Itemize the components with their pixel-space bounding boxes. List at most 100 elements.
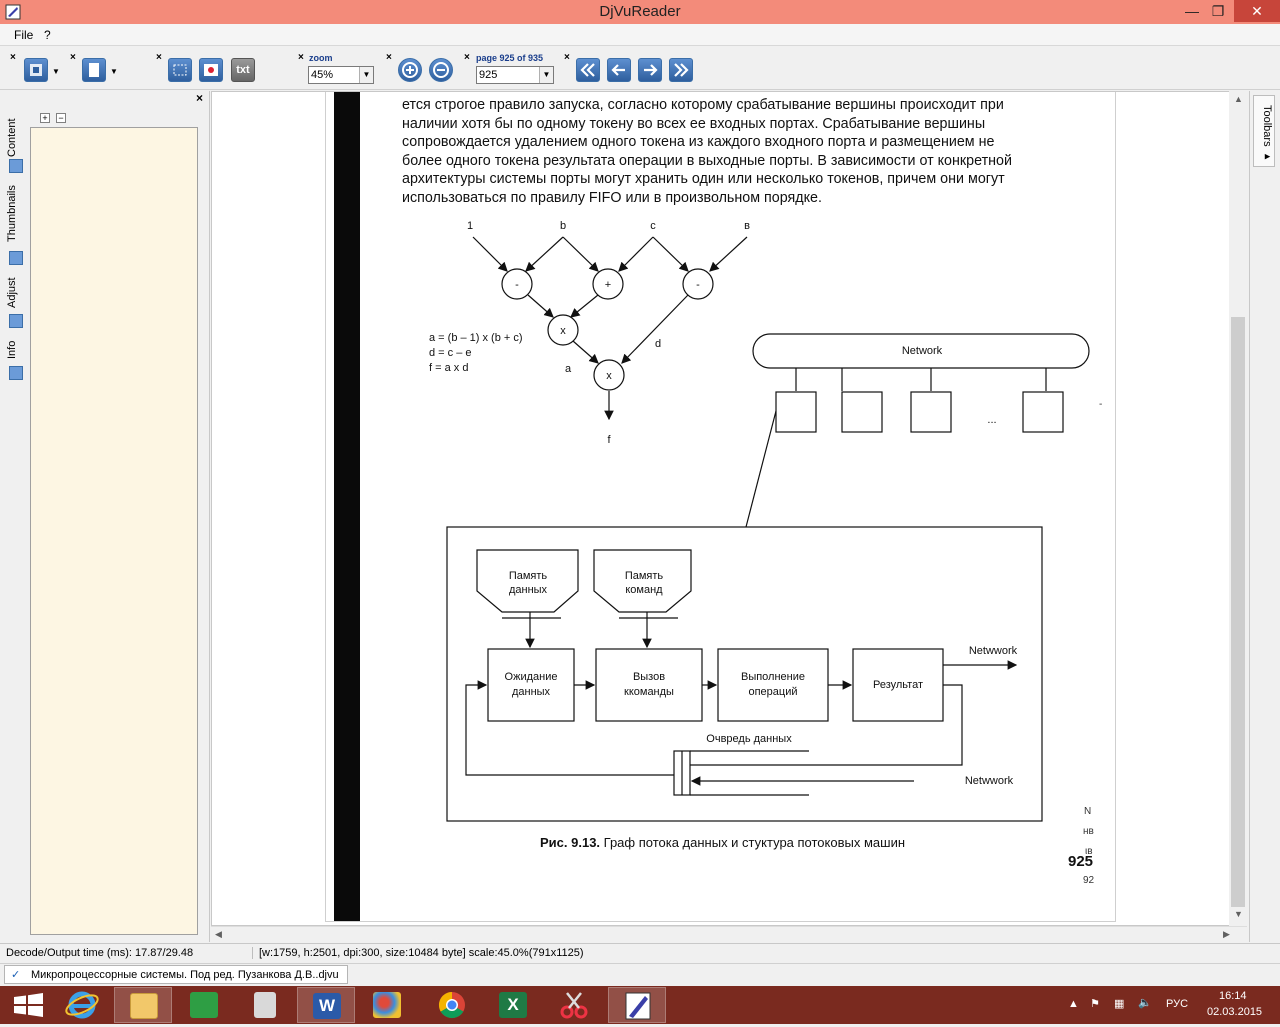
previous-page-button[interactable] [607, 58, 631, 82]
zoom-out-button[interactable] [429, 58, 453, 82]
contents-tree[interactable] [30, 127, 198, 935]
selection-icon [173, 64, 187, 76]
taskbar-ie[interactable] [53, 987, 111, 1023]
clock-time[interactable]: 16:14 [1219, 990, 1247, 1002]
scroll-down-icon[interactable]: ▼ [1234, 909, 1243, 919]
select-rect-button[interactable] [168, 58, 192, 82]
tab-info[interactable]: Info [6, 335, 26, 365]
chevron-down-icon[interactable]: ▼ [52, 67, 60, 76]
collapse-all-button[interactable]: − [56, 113, 66, 123]
zoom-select[interactable]: 45% ▼ [308, 66, 374, 84]
taskbar-chrome[interactable] [423, 987, 481, 1023]
next-page-button[interactable] [638, 58, 662, 82]
out-network-label: Netwwork [969, 645, 1018, 657]
thumbnails-icon[interactable] [9, 251, 23, 265]
graph-input-label: 1 [467, 220, 473, 232]
language-indicator[interactable]: РУС [1166, 998, 1188, 1010]
maximize-button[interactable]: ❐ [1204, 0, 1232, 22]
scroll-right-icon[interactable]: ▶ [1223, 929, 1230, 940]
tab-thumbnails[interactable]: Thumbnails [6, 179, 26, 249]
fetch-label: Вызов [633, 671, 665, 683]
chevron-down-icon[interactable]: ▼ [359, 67, 373, 83]
graph-node-label: - [515, 279, 519, 291]
toolbar-close-icon[interactable]: × [464, 52, 470, 63]
vertical-scrollbar[interactable]: ▲ ▼ [1229, 91, 1247, 926]
toolbar-close-icon[interactable]: × [564, 52, 570, 63]
graph-input-label: c [650, 220, 656, 232]
exec-label: операций [748, 686, 797, 698]
document-view[interactable]: ется строгое правило запуска, согласно к… [211, 91, 1247, 926]
start-button[interactable] [0, 987, 58, 1023]
result-label: Результат [873, 679, 923, 691]
toolbar-close-icon[interactable]: × [10, 52, 16, 63]
volume-icon[interactable]: 🔈 [1138, 996, 1152, 1009]
tray-expand-icon[interactable]: ▲ [1068, 998, 1079, 1010]
page-value: 925 [479, 69, 498, 81]
last-page-button[interactable] [669, 58, 693, 82]
toolbar-close-icon[interactable]: × [386, 52, 392, 63]
menu-file[interactable]: File [14, 28, 33, 42]
vertical-scroll-thumb[interactable] [1231, 317, 1245, 907]
tab-adjust[interactable]: Adjust [6, 271, 26, 315]
minimize-button[interactable]: — [1178, 0, 1206, 22]
taskbar: W X ▲ ⚑ ▦ 🔈 РУС 16:14 02.03.2015 [0, 986, 1280, 1024]
navigation-mode-button[interactable] [24, 58, 48, 82]
arrow-left-icon [611, 64, 625, 76]
title-bar: DjVuReader — ❐ ✕ [0, 0, 1280, 24]
menu-help[interactable]: ? [44, 28, 51, 42]
toolbars-button[interactable]: Toolbars ▸ [1253, 95, 1275, 167]
caption-text: Граф потока данных и стуктура потоковых … [600, 835, 905, 850]
first-page-button[interactable] [576, 58, 600, 82]
horizontal-scrollbar[interactable]: ◀ ▶ [211, 926, 1247, 942]
menu-bar: File ? [0, 24, 1280, 46]
toolbar-close-icon[interactable]: × [156, 52, 162, 63]
document-tab[interactable]: ✓ Микропроцессорные системы. Под ред. Пу… [4, 965, 348, 984]
windows-logo-icon [14, 993, 43, 1017]
clock-date[interactable]: 02.03.2015 [1207, 1006, 1262, 1018]
content-icon[interactable] [9, 159, 23, 173]
taskbar-word[interactable]: W [297, 987, 355, 1023]
text-select-button[interactable]: txt [231, 58, 255, 82]
scroll-left-icon[interactable]: ◀ [215, 929, 222, 940]
caption-number: Рис. 9.13. [540, 835, 600, 850]
scissors-icon [560, 992, 588, 1019]
expand-all-button[interactable]: + [40, 113, 50, 123]
page-icon [89, 63, 99, 77]
page-mode-button[interactable] [82, 58, 106, 82]
sidebar-close-icon[interactable]: × [196, 91, 203, 105]
page-select[interactable]: 925 ▼ [476, 66, 554, 84]
graph-input-label: в [744, 220, 750, 232]
taskbar-store[interactable] [175, 987, 233, 1023]
taskbar-explorer[interactable] [114, 987, 172, 1023]
figure-caption: Рис. 9.13. Граф потока данных и стуктура… [540, 835, 905, 850]
flag-icon[interactable]: ⚑ [1090, 997, 1100, 1010]
cmd-memory-label: Память [625, 570, 664, 582]
taskbar-paint[interactable] [358, 987, 416, 1023]
check-icon: ✓ [11, 969, 21, 981]
wait-label: Ожидание [505, 671, 558, 683]
network-icon[interactable]: ▦ [1114, 997, 1124, 1010]
taskbar-djvureader[interactable] [608, 987, 666, 1023]
tab-content[interactable]: Content [6, 113, 26, 163]
zoom-in-button[interactable] [398, 58, 422, 82]
taskbar-excel[interactable]: X [484, 987, 542, 1023]
info-icon[interactable] [9, 366, 23, 380]
graph-node-label: - [696, 279, 700, 291]
exec-label: Выполнение [741, 671, 805, 683]
equation: a = (b – 1) x (b + c) [429, 332, 523, 344]
close-button[interactable]: ✕ [1234, 0, 1280, 22]
queue-label: Очвредь данных [706, 733, 792, 745]
toolbar-close-icon[interactable]: × [298, 52, 304, 63]
edge-label: a [565, 363, 572, 375]
chevron-down-icon[interactable]: ▼ [539, 67, 553, 83]
snapshot-button[interactable] [199, 58, 223, 82]
taskbar-snipping[interactable] [545, 987, 603, 1023]
calculator-icon [254, 992, 276, 1018]
chevron-down-icon[interactable]: ▼ [110, 67, 118, 76]
taskbar-calculator[interactable] [236, 987, 294, 1023]
scroll-up-icon[interactable]: ▲ [1234, 94, 1243, 104]
edge-label: f [607, 434, 611, 446]
double-left-icon [580, 63, 595, 77]
toolbar-close-icon[interactable]: × [70, 52, 76, 63]
wrench-icon[interactable] [9, 314, 23, 328]
